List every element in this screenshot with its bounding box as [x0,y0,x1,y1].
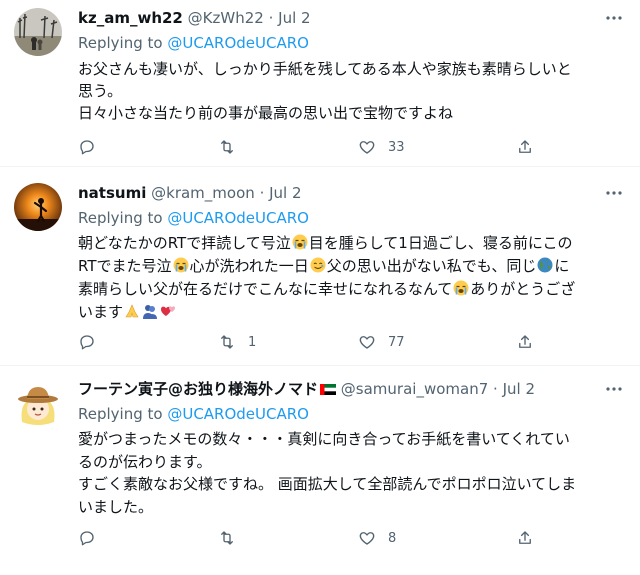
share-icon [519,531,531,544]
tweet-line: RTでまた号泣 心が洗われた一日 父の思い出がない私でも、同じに [78,255,618,278]
like-button[interactable]: 33 [358,137,405,157]
tweet-date[interactable]: Jul 2 [269,184,301,202]
retweet-button[interactable] [218,137,248,157]
retweet-button[interactable]: 1 [218,332,256,352]
replying-to-label: Replying to [78,405,168,423]
loudly-crying-face-icon [453,280,469,296]
retweet-count: 1 [248,334,257,350]
share-icon [519,140,531,153]
like-count: 8 [388,530,397,546]
reply-button[interactable] [78,528,108,548]
tweet-line: るのが伝わります。 [78,452,212,471]
retweet-icon [221,335,233,349]
replying-to: Replying to @UCAROdeUCARO [78,404,309,424]
display-name[interactable]: kz_am_wh22 [78,9,183,27]
text-segment: 素晴らしい父が在るだけでこんなに幸せになれるなんて [78,280,453,298]
reply-icon [80,531,94,546]
tweet-1[interactable]: kz_am_wh22 @KzWh22 · Jul 2 Replying to @… [0,0,640,166]
text-segment: 朝どなたかのRTで拝読して号泣 [78,234,291,252]
tweet-date[interactable]: Jul 2 [503,380,535,398]
uae-flag-icon [320,380,337,395]
tweet-actions: 8 [78,528,618,548]
like-count: 33 [388,139,405,155]
replying-to-label: Replying to [78,209,168,227]
tweet-header: natsumi @kram_moon · Jul 2 [78,183,302,203]
folded-hands-icon [124,303,140,319]
reply-icon [80,140,94,155]
tweet-date[interactable]: Jul 2 [278,9,310,27]
mention-link[interactable]: @UCAROdeUCARO [167,209,309,227]
retweet-button[interactable] [218,528,248,548]
tweet-header: フーテン寅子@お独り様海外ノマド @samurai_woman7 · Jul 2 [78,379,535,399]
like-button[interactable]: 8 [358,528,396,548]
text-segment: 父の思い出がない私でも、同じ [326,257,537,275]
avatar[interactable] [14,382,62,430]
loudly-crying-face-icon [292,234,308,250]
tweet-actions: 33 [78,137,618,157]
tweet-line: 朝どなたかのRTで拝読して号泣 目を腫らして1日過ごし、寝る前にこの [78,232,618,255]
share-button[interactable] [516,137,534,157]
tweet-line: 思う。 [78,82,123,100]
replying-to: Replying to @UCAROdeUCARO [78,208,309,228]
more-options-icon[interactable] [604,379,624,399]
revolving-hearts-icon [160,303,176,319]
separator-dot: · [259,184,265,202]
share-icon [519,335,531,348]
reply-icon [80,335,94,350]
tweet-line: います [78,301,618,324]
user-handle[interactable]: @samurai_woman7 [341,380,488,398]
display-name[interactable]: natsumi [78,184,146,202]
avatar[interactable] [14,183,62,231]
user-handle[interactable]: @kram_moon [151,184,255,202]
tweet-2[interactable]: natsumi @kram_moon · Jul 2 Replying to @… [0,167,640,365]
tweet-line: 素晴らしい父が在るだけでこんなに幸せになれるなんて ありがとうござ [78,278,618,301]
retweet-icon [221,140,233,154]
people-hugging-icon [142,303,158,319]
mention-link[interactable]: @UCAROdeUCARO [167,34,309,52]
heart-icon [359,532,375,545]
globe-icon [537,257,553,273]
share-button[interactable] [516,332,534,352]
replying-to-label: Replying to [78,34,168,52]
reply-button[interactable] [78,332,108,352]
tweet-line: いました。 [78,497,154,516]
separator-dot: · [493,380,498,398]
text-segment: います [78,303,124,321]
user-handle[interactable]: @KzWh22 [188,9,264,27]
like-button[interactable]: 77 [358,332,405,352]
tweet-header: kz_am_wh22 @KzWh22 · Jul 2 [78,8,311,28]
replying-to: Replying to @UCAROdeUCARO [78,33,309,53]
separator-dot: · [268,9,274,27]
tweet-line: すごく素敵なお父様ですね。 画面拡大して全部読んでポロポロ泣いてしま [78,475,577,493]
display-name[interactable]: フーテン寅子@お独り様海外ノマド [78,380,318,398]
share-button[interactable] [516,528,534,548]
text-segment: に [554,257,570,275]
text-segment: 心が洗われた一日 [189,257,309,275]
tweet-line: 日々小さな当たり前の事が最高の思い出で宝物ですよね [78,104,454,122]
text-segment: ありがとうござ [470,280,576,298]
tweet-actions: 1 77 [78,332,618,352]
like-count: 77 [388,334,405,350]
text-segment: RTでまた号泣 [78,257,172,275]
tweet-line: お父さんも凄いが、しっかり手紙を残してある本人や家族も素晴らしいと [78,60,572,78]
tweet-text: 朝どなたかのRTで拝読して号泣 目を腫らして1日過ごし、寝る前にこの RTでまた号… [78,232,618,324]
mention-link[interactable]: @UCAROdeUCARO [167,405,309,423]
text-segment: 目を腫らして1日過ごし、寝る前にこの [308,234,573,252]
tweet-line: 愛がつまったメモの数々・・・真剣に向き合ってお手紙を書いてくれてい [78,430,570,448]
tweet-text: お父さんも凄いが、しっかり手紙を残してある本人や家族も素晴らしいと 思う。 日々… [78,58,618,124]
more-options-icon[interactable] [604,8,624,28]
retweet-icon [221,531,233,545]
heart-icon [359,336,375,349]
reply-button[interactable] [78,137,108,157]
tweet-3[interactable]: フーテン寅子@お独り様海外ノマド @samurai_woman7 · Jul 2… [0,366,640,575]
tweet-text: 愛がつまったメモの数々・・・真剣に向き合ってお手紙を書いてくれてい るのが伝わり… [78,428,618,518]
avatar[interactable] [14,8,62,56]
smiling-face-with-tear-icon [310,257,326,273]
loudly-crying-face-icon [173,257,189,273]
more-options-icon[interactable] [604,183,624,203]
heart-icon [359,141,375,154]
